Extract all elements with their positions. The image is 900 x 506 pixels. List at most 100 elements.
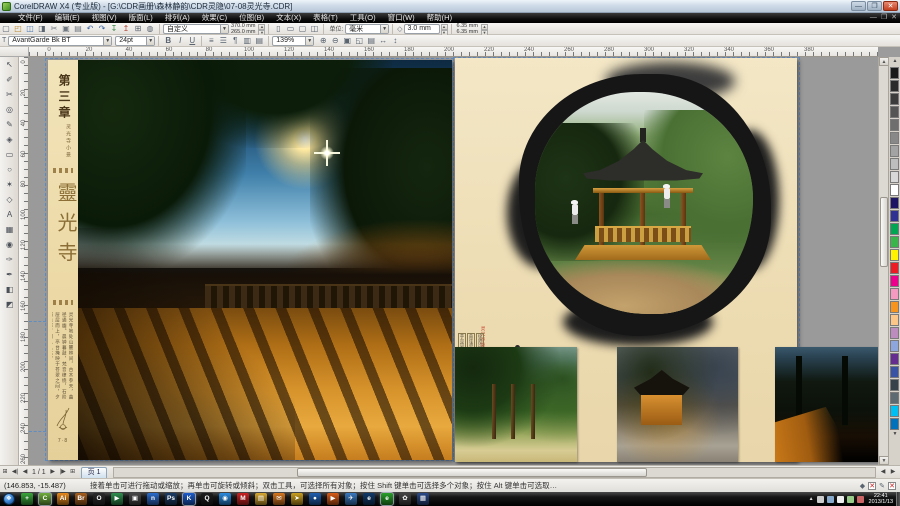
color-swatch[interactable] — [890, 405, 899, 417]
font-combo[interactable]: AvantGarde Bk BT▼ — [8, 36, 112, 46]
vertical-scrollbar[interactable]: ▲ ▼ — [878, 57, 888, 465]
h-align-icon[interactable]: ≡ — [206, 36, 216, 46]
minimize-button[interactable]: — — [851, 1, 866, 11]
taskbar-folder[interactable]: ▤ — [255, 493, 267, 505]
portrait-icon[interactable]: ▯ — [273, 24, 283, 34]
restore-button[interactable]: ❐ — [867, 1, 882, 11]
color-swatch[interactable] — [890, 249, 899, 261]
taskbar-thunder[interactable]: ➤ — [291, 493, 303, 505]
taskbar-office[interactable]: O — [93, 493, 105, 505]
palette-scroll-up-icon[interactable]: ▲ — [889, 57, 900, 66]
edit-text-icon[interactable]: ▥ — [242, 36, 252, 46]
fill-tool[interactable]: ◧ — [1, 282, 18, 297]
color-swatch[interactable] — [890, 418, 899, 430]
document-window-controls[interactable]: —❐✕ — [870, 13, 897, 23]
color-swatch[interactable] — [890, 301, 899, 313]
bold-button[interactable]: B — [163, 36, 173, 46]
color-swatch[interactable] — [890, 171, 899, 183]
prev-page-button[interactable]: ◀ — [20, 467, 30, 478]
open-icon[interactable]: ◰ — [13, 24, 23, 34]
menu-item[interactable]: 效果(C) — [196, 13, 233, 23]
horizontal-guideline[interactable] — [29, 431, 46, 432]
units-combo[interactable]: 毫米▼ — [345, 24, 389, 34]
new-icon[interactable]: ▢ — [1, 24, 11, 34]
chapter-sidebar[interactable]: 第三章 灵光寺小景 靈光寺 灵光寺地处山麓林间，古木参天，曲径通幽。晨钟暮鼓，梵… — [48, 60, 78, 460]
menu-item[interactable]: 视图(V) — [86, 13, 123, 23]
zoom-width-icon[interactable]: ↔ — [378, 36, 388, 46]
doc-window-control[interactable]: — — [870, 13, 877, 23]
horizontal-guideline[interactable] — [29, 321, 46, 322]
color-swatch[interactable] — [890, 158, 899, 170]
page-tab[interactable]: 页 1 — [81, 467, 108, 478]
chevron-down-icon[interactable]: ▼ — [380, 25, 388, 33]
start-button[interactable]: ❖ — [3, 493, 15, 505]
drawing-canvas[interactable]: 第三章 灵光寺小景 靈光寺 灵光寺地处山麓林间，古木参天，曲径通幽。晨钟暮鼓，梵… — [29, 57, 878, 465]
menu-item[interactable]: 文本(X) — [270, 13, 307, 23]
paste-icon[interactable]: ▤ — [73, 24, 83, 34]
ink-brush-photo[interactable] — [519, 74, 771, 336]
taskbar-360safety[interactable]: + — [21, 493, 33, 505]
first-page-button[interactable]: ◀| — [10, 467, 20, 478]
title-bar[interactable]: CorelDRAW X4 (专业版) - [G:\CDR画册\森林静韵\CDR灵… — [0, 0, 900, 13]
menu-item[interactable]: 表格(T) — [307, 13, 344, 23]
nudge-spinner[interactable]: ▲▼ — [441, 24, 448, 34]
horizontal-scroll-thumb[interactable] — [297, 468, 647, 477]
color-swatch[interactable] — [890, 353, 899, 365]
chevron-down-icon[interactable]: ▼ — [305, 37, 313, 45]
menu-item[interactable]: 排列(A) — [159, 13, 196, 23]
taskbar-colorful-app[interactable]: ✿ — [399, 493, 411, 505]
undo-icon[interactable]: ↶ — [85, 24, 95, 34]
vertical-ruler[interactable]: 020406080100120140160180200220240260 — [19, 57, 29, 465]
zoom-in-icon[interactable]: ⊕ — [318, 36, 328, 46]
color-swatch[interactable] — [890, 288, 899, 300]
color-swatch[interactable] — [890, 67, 899, 79]
menu-item[interactable]: 工具(O) — [344, 13, 382, 23]
color-swatch[interactable] — [890, 197, 899, 209]
palette-scroll-down-icon[interactable]: ▼ — [889, 430, 900, 439]
next-page-button[interactable]: ▶ — [48, 467, 58, 478]
zoom-all-icon[interactable]: ◱ — [354, 36, 364, 46]
color-swatch[interactable] — [890, 106, 899, 118]
save-icon[interactable]: ◫ — [25, 24, 35, 34]
menu-item[interactable]: 帮助(H) — [421, 13, 458, 23]
nudge-field[interactable]: 3.0 mm — [404, 24, 440, 34]
taskbar-map-app[interactable]: ✈ — [345, 493, 357, 505]
taskbar-mapp[interactable]: M — [237, 493, 249, 505]
taskbar-clock[interactable]: 22:41 2013/1/13 — [869, 493, 893, 505]
color-swatch[interactable] — [890, 366, 899, 378]
dusk-pavilion-photo[interactable] — [617, 347, 738, 462]
outline-pen-tool[interactable]: ✒ — [1, 267, 18, 282]
color-swatch[interactable] — [890, 379, 899, 391]
app-launcher-icon[interactable]: ⊞ — [133, 24, 143, 34]
color-swatch[interactable] — [890, 275, 899, 287]
color-swatch[interactable] — [890, 210, 899, 222]
color-swatch[interactable] — [890, 184, 899, 196]
scroll-left-button[interactable]: ◀ — [878, 467, 888, 478]
color-swatch[interactable] — [890, 340, 899, 352]
export-icon[interactable]: ↥ — [121, 24, 131, 34]
freehand-tool[interactable]: ✎ — [1, 117, 18, 132]
taskbar-photo-viewer[interactable]: ▣ — [129, 493, 141, 505]
garden-pergola-photo[interactable] — [455, 347, 577, 462]
taskbar-coreldraw[interactable]: C — [39, 493, 51, 505]
last-page-button[interactable]: |▶ — [58, 467, 68, 478]
taskbar-photoshop[interactable]: Ps — [165, 493, 177, 505]
menu-item[interactable]: 位图(B) — [233, 13, 270, 23]
printer-tray-icon[interactable] — [817, 496, 824, 503]
shape-tool[interactable]: ✐ — [1, 72, 18, 87]
taskbar-illustrator[interactable]: Ai — [57, 493, 69, 505]
zoom-level-combo[interactable]: 139%▼ — [272, 36, 314, 46]
network-tray-icon[interactable] — [847, 496, 854, 503]
menu-item[interactable]: 窗口(W) — [382, 13, 421, 23]
rectangle-tool[interactable]: ▭ — [1, 147, 18, 162]
color-swatch[interactable] — [890, 145, 899, 157]
horizontal-scrollbar[interactable] — [113, 467, 876, 478]
chevron-down-icon[interactable]: ▼ — [103, 37, 111, 45]
underline-button[interactable]: U — [187, 36, 197, 46]
redo-icon[interactable]: ↷ — [97, 24, 107, 34]
eyedropper-tool[interactable]: ✑ — [1, 252, 18, 267]
blend-tool[interactable]: ◉ — [1, 237, 18, 252]
zoom-page-icon[interactable]: ▤ — [366, 36, 376, 46]
text-tool[interactable]: A — [1, 207, 18, 222]
import-icon[interactable]: ↧ — [109, 24, 119, 34]
